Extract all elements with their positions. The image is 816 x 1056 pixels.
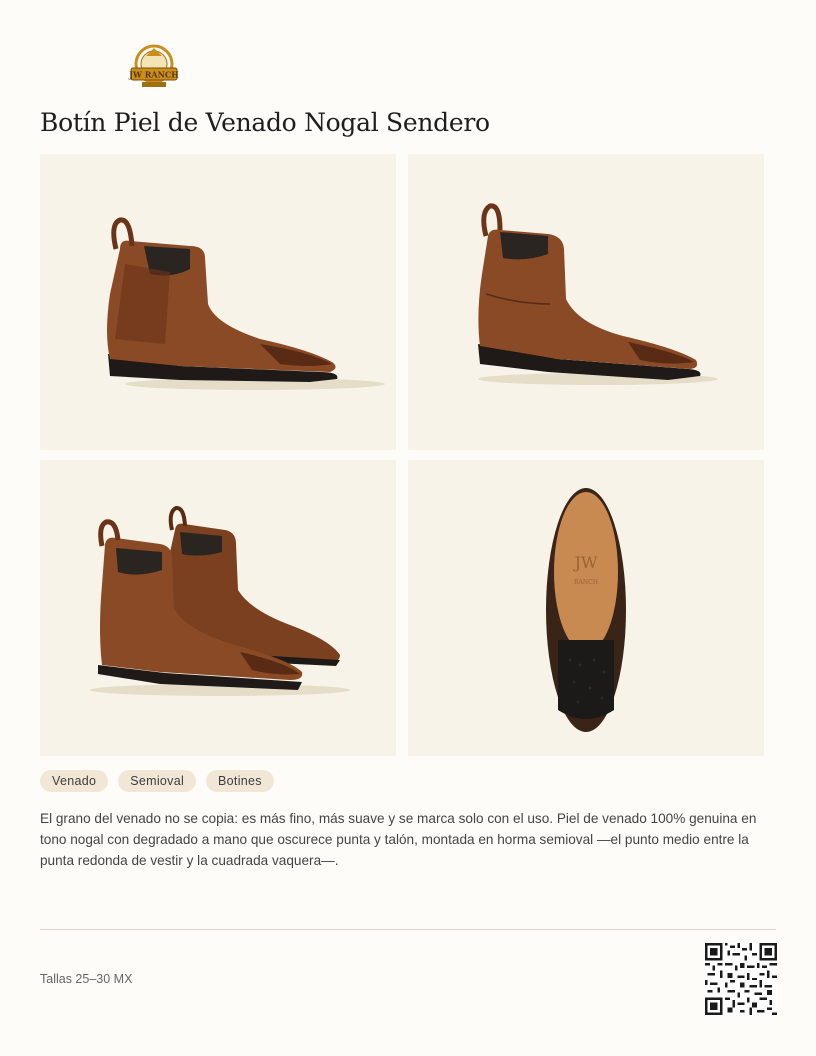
product-gallery: JW RANCH xyxy=(40,154,764,756)
boot-side-image xyxy=(107,217,385,390)
svg-text:JW RANCH: JW RANCH xyxy=(128,70,179,80)
product-tags: Venado Semioval Botines xyxy=(40,770,274,792)
brand-logo: JW RANCH xyxy=(128,42,180,92)
qr-code[interactable] xyxy=(705,943,777,1015)
tag-chip[interactable]: Semioval xyxy=(118,770,197,792)
boot-angle-image xyxy=(478,203,718,385)
svg-text:JW: JW xyxy=(573,553,598,572)
svg-text:RANCH: RANCH xyxy=(574,579,598,586)
tag-chip[interactable]: Botines xyxy=(206,770,274,792)
product-photo-pair[interactable] xyxy=(40,460,396,756)
boot-sole-image: JW RANCH xyxy=(546,488,626,732)
product-photo-angle[interactable] xyxy=(408,154,764,450)
product-description: El grano del venado no se copia: es más … xyxy=(40,811,757,868)
product-photo-sole[interactable]: JW RANCH xyxy=(408,460,764,756)
divider xyxy=(40,929,776,930)
size-range: Tallas 25–30 MX xyxy=(40,972,133,986)
boot-pair-image xyxy=(90,505,350,696)
product-photo-side[interactable] xyxy=(40,154,396,450)
tag-chip[interactable]: Venado xyxy=(40,770,109,792)
product-title: Botín Piel de Venado Nogal Sendero xyxy=(40,108,490,137)
